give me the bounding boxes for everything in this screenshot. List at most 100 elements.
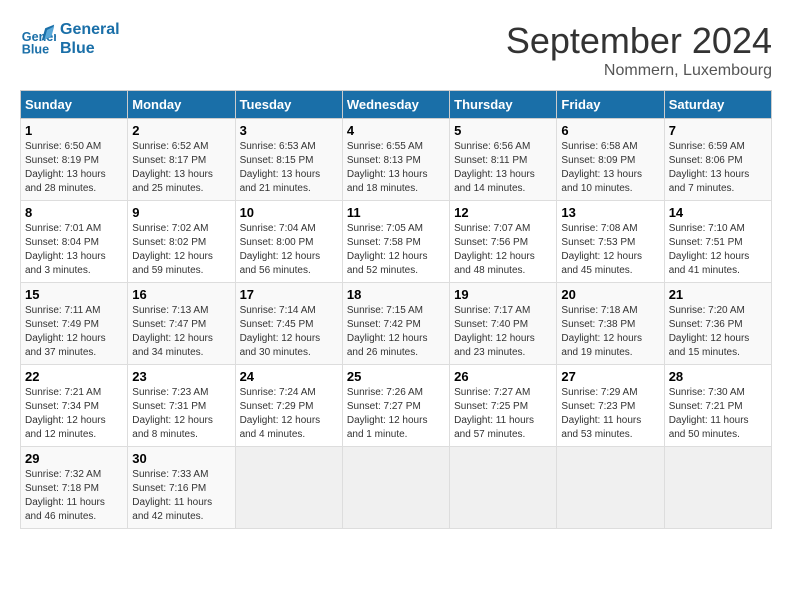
calendar-cell: 21 Sunrise: 7:20 AM Sunset: 7:36 PM Dayli… (664, 283, 771, 365)
calendar-cell: 29 Sunrise: 7:32 AM Sunset: 7:18 PM Dayli… (21, 447, 128, 529)
day-number: 11 (347, 205, 445, 220)
day-number: 17 (240, 287, 338, 302)
calendar-cell: 11 Sunrise: 7:05 AM Sunset: 7:58 PM Dayli… (342, 201, 449, 283)
calendar-cell: 4 Sunrise: 6:55 AM Sunset: 8:13 PM Daylig… (342, 119, 449, 201)
day-info: Sunrise: 7:23 AM Sunset: 7:31 PM Dayligh… (132, 386, 230, 442)
calendar-cell: 24 Sunrise: 7:24 AM Sunset: 7:29 PM Dayli… (235, 365, 342, 447)
calendar-cell: 28 Sunrise: 7:30 AM Sunset: 7:21 PM Dayli… (664, 365, 771, 447)
logo-icon: General Blue (20, 21, 56, 57)
calendar-cell: 25 Sunrise: 7:26 AM Sunset: 7:27 PM Dayli… (342, 365, 449, 447)
day-number: 2 (132, 123, 230, 138)
calendar-cell: 27 Sunrise: 7:29 AM Sunset: 7:23 PM Dayli… (557, 365, 664, 447)
day-info: Sunrise: 7:11 AM Sunset: 7:49 PM Dayligh… (25, 304, 123, 360)
calendar-cell: 2 Sunrise: 6:52 AM Sunset: 8:17 PM Daylig… (128, 119, 235, 201)
calendar-table: SundayMondayTuesdayWednesdayThursdayFrid… (20, 90, 772, 529)
day-number: 20 (561, 287, 659, 302)
day-number: 13 (561, 205, 659, 220)
calendar-week-row: 15 Sunrise: 7:11 AM Sunset: 7:49 PM Dayli… (21, 283, 772, 365)
day-number: 19 (454, 287, 552, 302)
day-number: 10 (240, 205, 338, 220)
day-number: 15 (25, 287, 123, 302)
day-header-tuesday: Tuesday (235, 91, 342, 119)
calendar-cell: 9 Sunrise: 7:02 AM Sunset: 8:02 PM Daylig… (128, 201, 235, 283)
calendar-cell (342, 447, 449, 529)
calendar-cell: 14Sunrise: 7:10 AM Sunset: 7:51 PM Dayli… (664, 201, 771, 283)
day-info: Sunrise: 7:10 AM Sunset: 7:51 PM Dayligh… (669, 222, 767, 278)
day-info: Sunrise: 7:18 AM Sunset: 7:38 PM Dayligh… (561, 304, 659, 360)
calendar-header-row: SundayMondayTuesdayWednesdayThursdayFrid… (21, 91, 772, 119)
day-number: 16 (132, 287, 230, 302)
day-info: Sunrise: 6:53 AM Sunset: 8:15 PM Dayligh… (240, 140, 338, 196)
day-header-wednesday: Wednesday (342, 91, 449, 119)
calendar-week-row: 22 Sunrise: 7:21 AM Sunset: 7:34 PM Dayli… (21, 365, 772, 447)
day-number: 4 (347, 123, 445, 138)
logo-blue: Blue (60, 39, 120, 58)
day-number: 27 (561, 369, 659, 384)
day-info: Sunrise: 7:20 AM Sunset: 7:36 PM Dayligh… (669, 304, 767, 360)
day-number: 9 (132, 205, 230, 220)
day-info: Sunrise: 7:21 AM Sunset: 7:34 PM Dayligh… (25, 386, 123, 442)
calendar-cell: 10 Sunrise: 7:04 AM Sunset: 8:00 PM Dayli… (235, 201, 342, 283)
day-header-thursday: Thursday (450, 91, 557, 119)
day-number: 21 (669, 287, 767, 302)
day-info: Sunrise: 7:04 AM Sunset: 8:00 PM Dayligh… (240, 222, 338, 278)
day-info: Sunrise: 7:32 AM Sunset: 7:18 PM Dayligh… (25, 468, 123, 524)
day-info: Sunrise: 6:50 AM Sunset: 8:19 PM Dayligh… (25, 140, 123, 196)
location-subtitle: Nommern, Luxembourg (506, 62, 772, 80)
calendar-week-row: 1 Sunrise: 6:50 AM Sunset: 8:19 PM Daylig… (21, 119, 772, 201)
calendar-cell: 16Sunrise: 7:13 AM Sunset: 7:47 PM Dayli… (128, 283, 235, 365)
day-info: Sunrise: 6:55 AM Sunset: 8:13 PM Dayligh… (347, 140, 445, 196)
calendar-week-row: 29 Sunrise: 7:32 AM Sunset: 7:18 PM Dayli… (21, 447, 772, 529)
calendar-cell: 12 Sunrise: 7:07 AM Sunset: 7:56 PM Dayli… (450, 201, 557, 283)
day-info: Sunrise: 7:27 AM Sunset: 7:25 PM Dayligh… (454, 386, 552, 442)
day-number: 28 (669, 369, 767, 384)
calendar-cell: 7 Sunrise: 6:59 AM Sunset: 8:06 PM Daylig… (664, 119, 771, 201)
calendar-cell: 1 Sunrise: 6:50 AM Sunset: 8:19 PM Daylig… (21, 119, 128, 201)
day-number: 1 (25, 123, 123, 138)
calendar-cell: 3 Sunrise: 6:53 AM Sunset: 8:15 PM Daylig… (235, 119, 342, 201)
day-header-friday: Friday (557, 91, 664, 119)
calendar-cell: 19Sunrise: 7:17 AM Sunset: 7:40 PM Dayli… (450, 283, 557, 365)
calendar-cell: 13Sunrise: 7:08 AM Sunset: 7:53 PM Dayli… (557, 201, 664, 283)
day-info: Sunrise: 7:26 AM Sunset: 7:27 PM Dayligh… (347, 386, 445, 442)
calendar-week-row: 8Sunrise: 7:01 AM Sunset: 8:04 PM Daylig… (21, 201, 772, 283)
calendar-cell (235, 447, 342, 529)
calendar-cell (664, 447, 771, 529)
calendar-cell: 20 Sunrise: 7:18 AM Sunset: 7:38 PM Dayli… (557, 283, 664, 365)
page-header: General Blue General Blue September 2024… (20, 20, 772, 80)
day-number: 7 (669, 123, 767, 138)
logo-general: General (60, 20, 120, 39)
day-number: 3 (240, 123, 338, 138)
calendar-cell: 5Sunrise: 6:56 AM Sunset: 8:11 PM Daylig… (450, 119, 557, 201)
calendar-cell: 30 Sunrise: 7:33 AM Sunset: 7:16 PM Dayli… (128, 447, 235, 529)
day-number: 6 (561, 123, 659, 138)
day-info: Sunrise: 7:24 AM Sunset: 7:29 PM Dayligh… (240, 386, 338, 442)
calendar-cell (450, 447, 557, 529)
day-number: 22 (25, 369, 123, 384)
day-info: Sunrise: 6:58 AM Sunset: 8:09 PM Dayligh… (561, 140, 659, 196)
day-info: Sunrise: 7:29 AM Sunset: 7:23 PM Dayligh… (561, 386, 659, 442)
day-number: 29 (25, 451, 123, 466)
day-number: 30 (132, 451, 230, 466)
day-info: Sunrise: 6:52 AM Sunset: 8:17 PM Dayligh… (132, 140, 230, 196)
day-info: Sunrise: 7:05 AM Sunset: 7:58 PM Dayligh… (347, 222, 445, 278)
day-number: 5 (454, 123, 552, 138)
day-info: Sunrise: 7:07 AM Sunset: 7:56 PM Dayligh… (454, 222, 552, 278)
day-info: Sunrise: 6:59 AM Sunset: 8:06 PM Dayligh… (669, 140, 767, 196)
calendar-cell: 22 Sunrise: 7:21 AM Sunset: 7:34 PM Dayli… (21, 365, 128, 447)
day-number: 24 (240, 369, 338, 384)
day-number: 12 (454, 205, 552, 220)
calendar-cell: 17Sunrise: 7:14 AM Sunset: 7:45 PM Dayli… (235, 283, 342, 365)
day-number: 8 (25, 205, 123, 220)
logo: General Blue General Blue (20, 20, 120, 58)
title-block: September 2024 Nommern, Luxembourg (506, 20, 772, 80)
day-header-sunday: Sunday (21, 91, 128, 119)
day-header-monday: Monday (128, 91, 235, 119)
day-info: Sunrise: 7:30 AM Sunset: 7:21 PM Dayligh… (669, 386, 767, 442)
calendar-cell: 26 Sunrise: 7:27 AM Sunset: 7:25 PM Dayli… (450, 365, 557, 447)
day-info: Sunrise: 7:33 AM Sunset: 7:16 PM Dayligh… (132, 468, 230, 524)
svg-text:Blue: Blue (22, 43, 49, 57)
day-info: Sunrise: 7:02 AM Sunset: 8:02 PM Dayligh… (132, 222, 230, 278)
day-number: 26 (454, 369, 552, 384)
day-number: 25 (347, 369, 445, 384)
